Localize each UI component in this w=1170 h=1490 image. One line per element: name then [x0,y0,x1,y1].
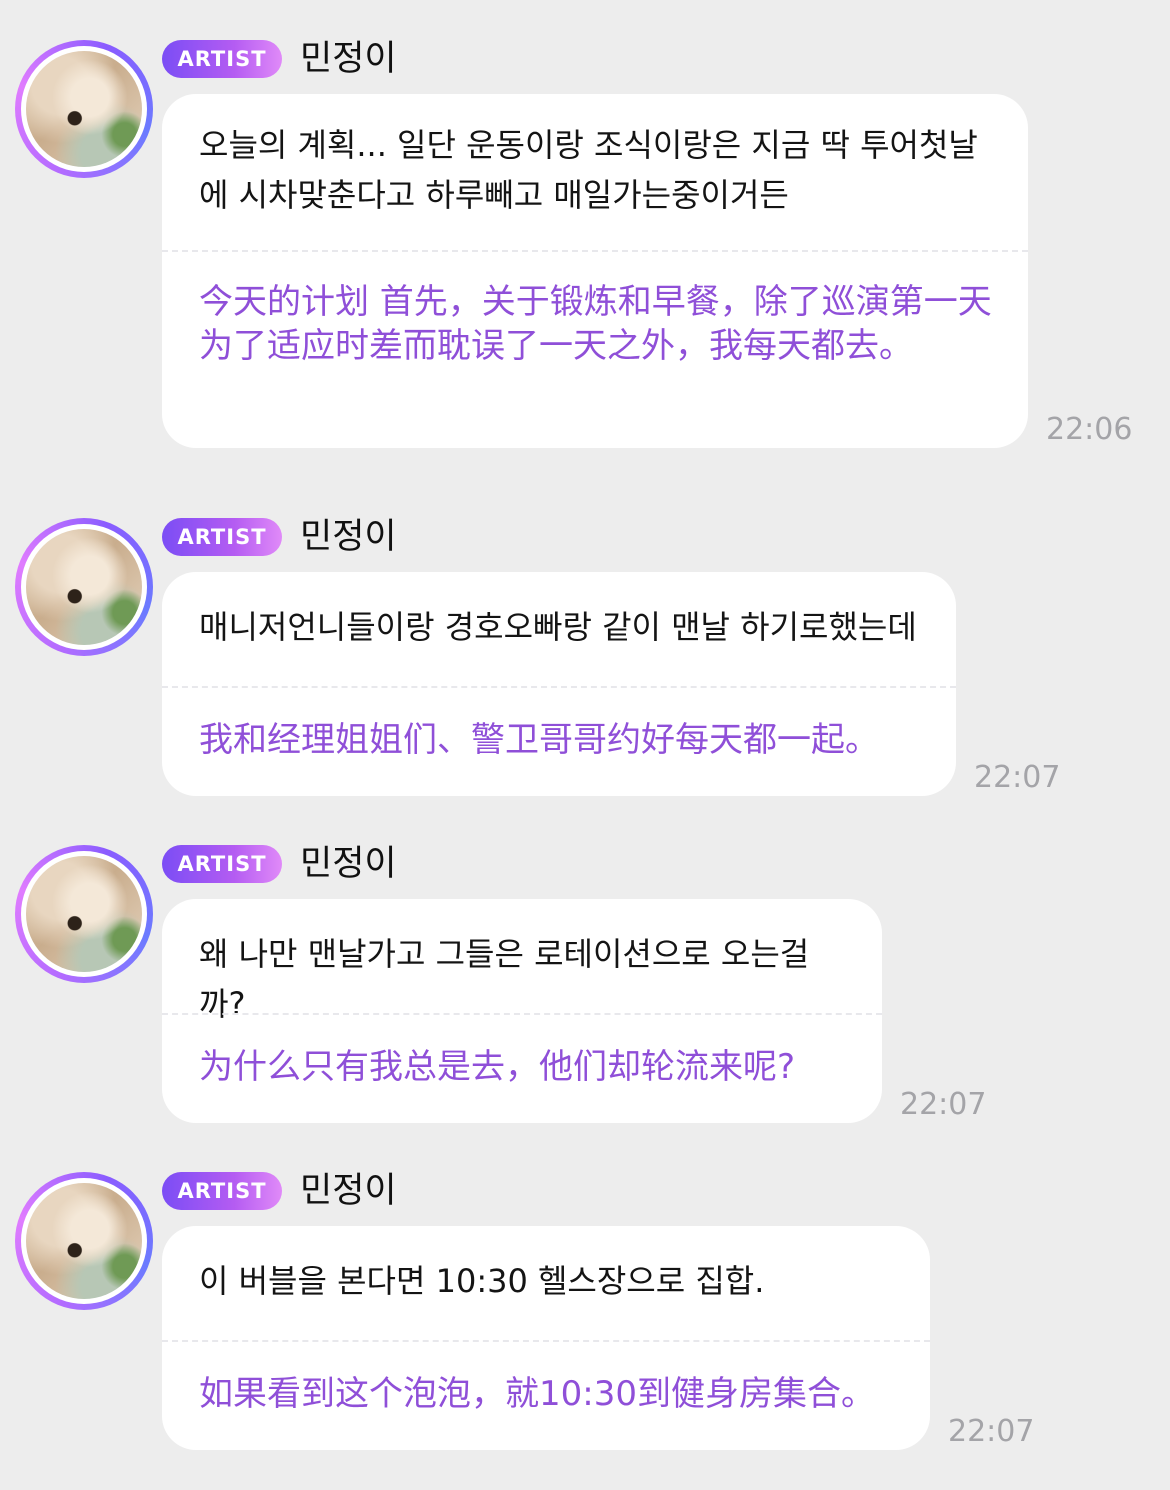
avatar-photo [26,856,142,972]
sender-name: 민정이 [300,39,397,79]
message-bubble[interactable]: 매니저언니들이랑 경호오빠랑 같이 맨날 하기로했는데 我和经理姐姐们、警卫哥哥… [162,572,956,796]
translated-text: 为什么只有我总是去，他们却轮流来呢? [199,1047,796,1087]
message-time: 22:06 [1046,412,1133,447]
message-bubble[interactable]: 이 버블을 본다면 10:30 헬스장으로 집합. 如果看到这个泡泡，就10:3… [162,1226,930,1450]
artist-badge: ARTIST [162,40,282,78]
bubble-divider [162,1340,930,1342]
artist-avatar[interactable] [15,40,153,178]
sender-name: 민정이 [300,844,397,884]
bubble-divider [162,1013,882,1015]
avatar-photo [26,1183,142,1299]
artist-badge: ARTIST [162,845,282,883]
bubble-divider [162,686,956,688]
bubble-divider [162,250,1028,252]
avatar-photo [26,529,142,645]
translated-text: 今天的计划 首先，关于锻炼和早餐，除了巡演第一天为了适应时差而耽误了一天之外，我… [199,282,992,366]
sender-name: 민정이 [300,517,397,557]
artist-badge: ARTIST [162,1172,282,1210]
artist-avatar[interactable] [15,518,153,656]
translated-text: 如果看到这个泡泡，就10:30到健身房集合。 [199,1374,875,1414]
original-text: 이 버블을 본다면 10:30 헬스장으로 집합. [199,1262,765,1300]
avatar-photo [26,51,142,167]
artist-avatar[interactable] [15,845,153,983]
message-bubble[interactable]: 오늘의 계획... 일단 운동이랑 조식이랑은 지금 딱 투어첫날에 시차맞춘다… [162,94,1028,448]
artist-avatar[interactable] [15,1172,153,1310]
original-text: 매니저언니들이랑 경호오빠랑 같이 맨날 하기로했는데 [199,608,917,646]
message-time: 22:07 [948,1414,1035,1449]
artist-badge: ARTIST [162,518,282,556]
message-bubble[interactable]: 왜 나만 맨날가고 그들은 로테이션으로 오는걸까? 为什么只有我总是去，他们却… [162,899,882,1123]
translated-text: 我和经理姐姐们、警卫哥哥约好每天都一起。 [199,720,879,760]
message-time: 22:07 [900,1087,987,1122]
message-time: 22:07 [974,760,1061,795]
original-text: 오늘의 계획... 일단 운동이랑 조식이랑은 지금 딱 투어첫날에 시차맞춘다… [199,126,978,214]
sender-name: 민정이 [300,1171,397,1211]
